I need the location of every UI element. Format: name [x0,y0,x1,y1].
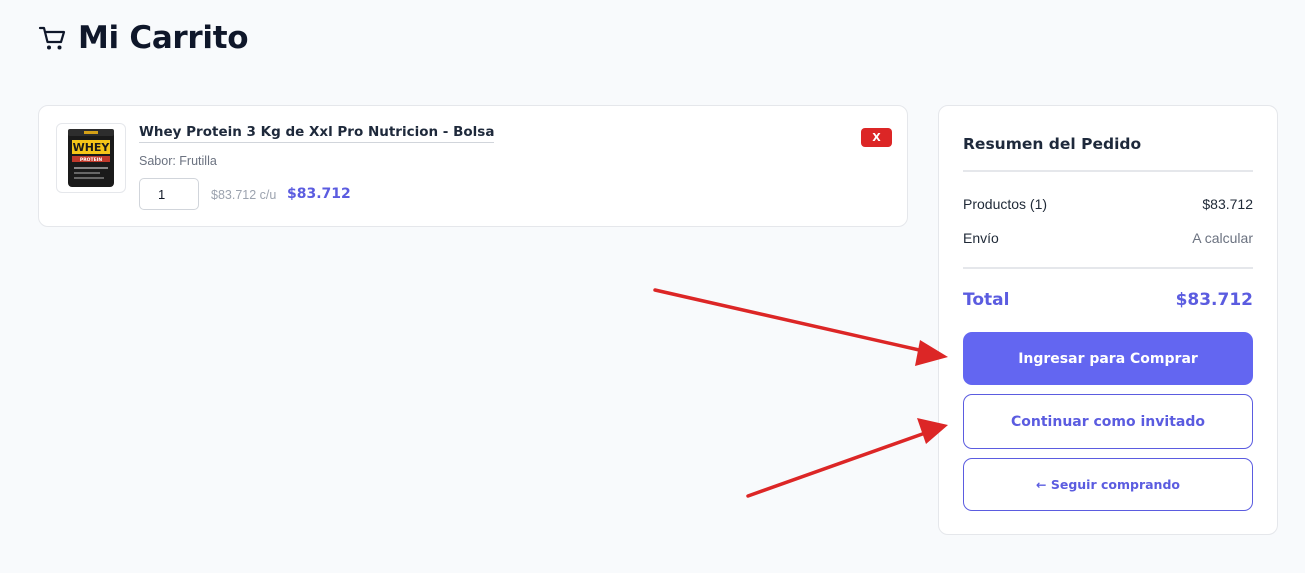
total-row: Total $83.712 [963,290,1253,310]
order-summary: Resumen del Pedido Productos (1) $83.712… [938,105,1278,535]
line-total: $83.712 [287,186,351,202]
summary-divider [963,267,1253,269]
summary-title: Resumen del Pedido [963,135,1142,153]
unit-price: $83.712 c/u [211,188,277,202]
whey-bag-image: WHEY PROTEIN [68,129,114,187]
cart-item-card: WHEY PROTEIN Whey Protein 3 Kg de Xxl Pr… [38,105,908,227]
shipping-label: Envío [963,230,999,246]
product-name-link[interactable]: Whey Protein 3 Kg de Xxl Pro Nutricion -… [139,124,495,143]
remove-item-button[interactable]: X [861,128,892,147]
total-label: Total [963,290,1010,310]
summary-divider [963,170,1253,172]
cart-page: Mi Carrito WHEY PROTEIN Whey Protein 3 K… [0,0,1305,573]
annotation-arrow [653,288,948,366]
products-row: Productos (1) $83.712 [963,196,1253,212]
products-value: $83.712 [1202,196,1253,212]
products-label: Productos (1) [963,196,1048,212]
total-value: $83.712 [1175,290,1253,310]
annotation-arrow [746,418,948,498]
product-thumbnail[interactable]: WHEY PROTEIN [56,123,126,193]
thumbnail-sublabel: PROTEIN [80,157,102,163]
guest-checkout-button[interactable]: Continuar como invitado [963,394,1253,449]
thumbnail-label: WHEY [73,141,111,154]
page-title: Mi Carrito [78,20,249,56]
login-to-buy-button[interactable]: Ingresar para Comprar [963,332,1253,385]
continue-shopping-button[interactable]: ← Seguir comprando [963,458,1253,511]
quantity-input[interactable] [139,178,199,210]
product-flavor: Sabor: Frutilla [139,154,217,168]
page-header: Mi Carrito [38,20,249,56]
shipping-row: Envío A calcular [963,230,1253,246]
shopping-cart-icon [38,26,66,50]
shipping-value: A calcular [1192,230,1253,246]
